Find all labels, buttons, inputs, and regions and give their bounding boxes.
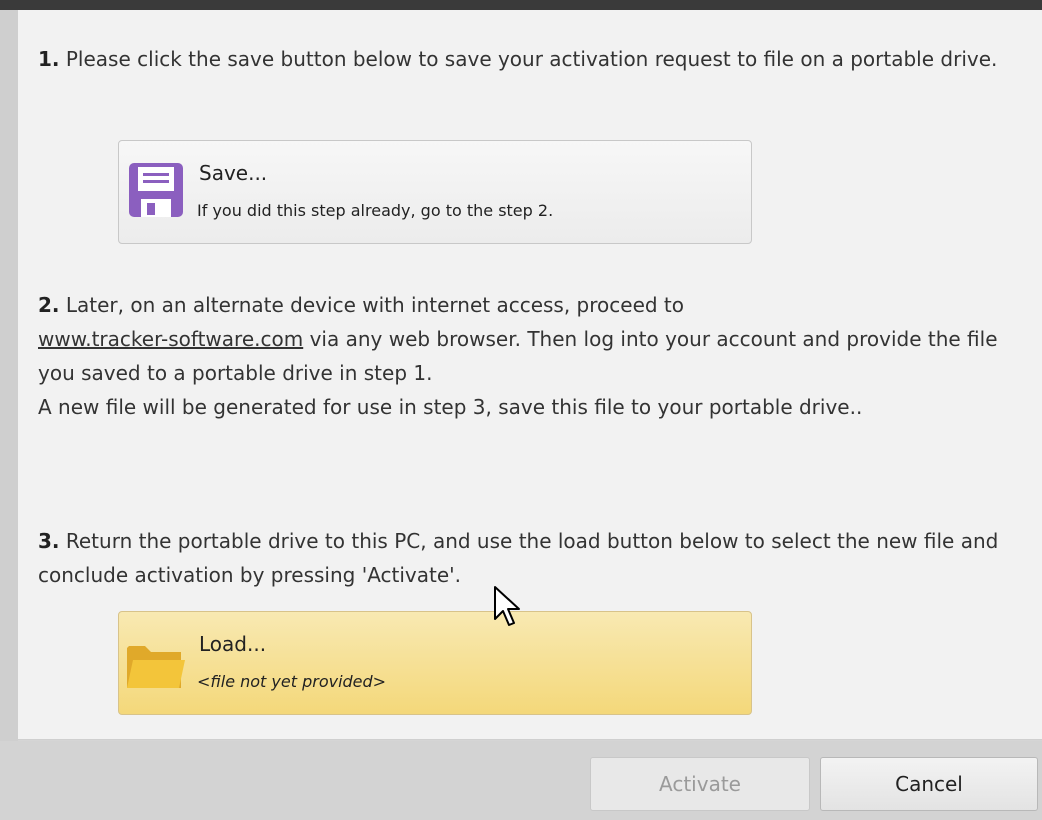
step-2-text: 2. Later, on an alternate device with in… [38,288,1038,424]
step-2-number: 2. [38,293,60,317]
save-button-subtitle: If you did this step already, go to the … [197,201,554,220]
step-3-text: 3. Return the portable drive to this PC,… [38,524,1038,592]
content-panel: 1. Please click the save button below to… [18,10,1042,740]
step-3-number: 3. [38,529,60,553]
folder-icon [127,646,185,688]
step-3-description: Return the portable drive to this PC, an… [38,529,999,587]
load-button-subtitle: <file not yet provided> [197,672,387,691]
tracker-software-link[interactable]: www.tracker-software.com [38,327,303,351]
step-1-description: Please click the save button below to sa… [65,47,998,71]
window-left-edge [0,10,18,820]
step-2-second-line: A new file will be generated for use in … [38,395,863,419]
save-button[interactable]: Save... If you did this step already, go… [118,140,752,244]
save-button-title: Save... [199,161,268,185]
step-1-number: 1. [38,47,60,71]
activation-dialog: 1. Please click the save button below to… [0,0,1042,820]
cancel-button[interactable]: Cancel [820,757,1038,811]
window-top-border [0,0,1042,10]
load-button[interactable]: Load... <file not yet provided> [118,611,752,715]
load-button-title: Load... [199,632,267,656]
floppy-disk-icon [129,163,183,217]
step-2-intro: Later, on an alternate device with inter… [65,293,685,317]
step-1-text: 1. Please click the save button below to… [38,42,1028,76]
activate-button[interactable]: Activate [590,757,810,811]
